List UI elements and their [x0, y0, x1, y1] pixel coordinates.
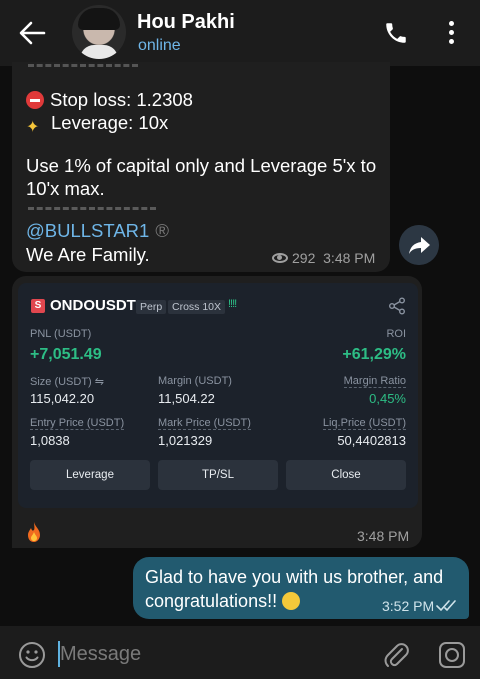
stop-loss-line: Stop loss: 1.2308	[26, 89, 193, 111]
no-entry-icon	[26, 91, 44, 109]
fire-icon	[28, 522, 40, 542]
capital-line-1: Use 1% of capital only and Leverage 5'x …	[26, 155, 377, 176]
smile-emoji-icon	[282, 592, 301, 610]
entry-price-label: Entry Price (USDT)	[30, 417, 125, 430]
attach-icon[interactable]	[382, 640, 410, 668]
margin-value: 11,504.22	[158, 391, 215, 406]
contact-status: online	[138, 37, 181, 54]
tpsl-button[interactable]: TP/SL	[158, 460, 278, 490]
margin-ratio-value: 0,45%	[369, 391, 406, 406]
back-arrow-icon[interactable]	[18, 20, 46, 46]
capital-line-2: 10'x max.	[26, 178, 105, 199]
size-value: 115,042.20	[30, 391, 95, 406]
avatar[interactable]	[72, 5, 126, 59]
more-menu-icon[interactable]	[446, 20, 456, 46]
entry-price-value: 1,0838	[30, 433, 70, 448]
margin-label: Margin (USDT)	[158, 375, 232, 387]
pnl-label: PNL (USDT)	[30, 328, 92, 340]
signal-bars: !!!!	[228, 298, 237, 310]
signature-text: We Are Family.	[26, 244, 150, 265]
dizzy-icon: ✦	[26, 119, 40, 136]
camera-icon[interactable]	[438, 641, 466, 669]
divider	[28, 207, 156, 210]
forward-button[interactable]	[399, 225, 439, 265]
emoji-icon[interactable]	[18, 641, 46, 669]
size-label: Size (USDT) ⇋	[30, 376, 104, 388]
read-receipt-icon	[436, 600, 456, 612]
exchange-icon: S	[31, 299, 45, 313]
message-meta: 292 3:48 PM	[272, 250, 375, 266]
message-input[interactable]	[60, 639, 360, 669]
pnl-value: +7,051.49	[30, 346, 102, 363]
message-time: 3:48 PM	[357, 528, 410, 544]
mark-price-label: Mark Price (USDT)	[158, 417, 251, 430]
cross-tag: Cross 10X	[168, 300, 226, 314]
channel-handle-link[interactable]: @BULLSTAR1 ®	[26, 220, 169, 242]
mark-price-value: 1,021329	[158, 433, 213, 448]
liq-price-label: Liq.Price (USDT)	[322, 417, 406, 430]
roi-label: ROI	[386, 328, 406, 340]
roi-value: +61,29%	[342, 346, 406, 363]
leverage-button[interactable]: Leverage	[30, 460, 150, 490]
futures-position-card[interactable]: S ONDOUSDT Perp Cross 10X !!!! PNL (USDT…	[18, 283, 418, 508]
close-position-button[interactable]: Close	[286, 460, 406, 490]
share-icon[interactable]	[388, 297, 406, 315]
divider	[28, 64, 138, 67]
eye-icon	[272, 253, 288, 263]
perp-tag: Perp	[136, 300, 167, 314]
margin-ratio-label: Margin Ratio	[343, 375, 406, 388]
contact-name[interactable]: Hou Pakhi	[137, 11, 235, 34]
leverage-line: ✦ Leverage: 10x	[26, 112, 169, 136]
message-time: 3:52 PM	[382, 598, 435, 614]
ticker-symbol: ONDOUSDT	[50, 297, 136, 314]
liq-price-value: 50,4402813	[337, 433, 406, 448]
phone-icon[interactable]	[383, 20, 409, 46]
